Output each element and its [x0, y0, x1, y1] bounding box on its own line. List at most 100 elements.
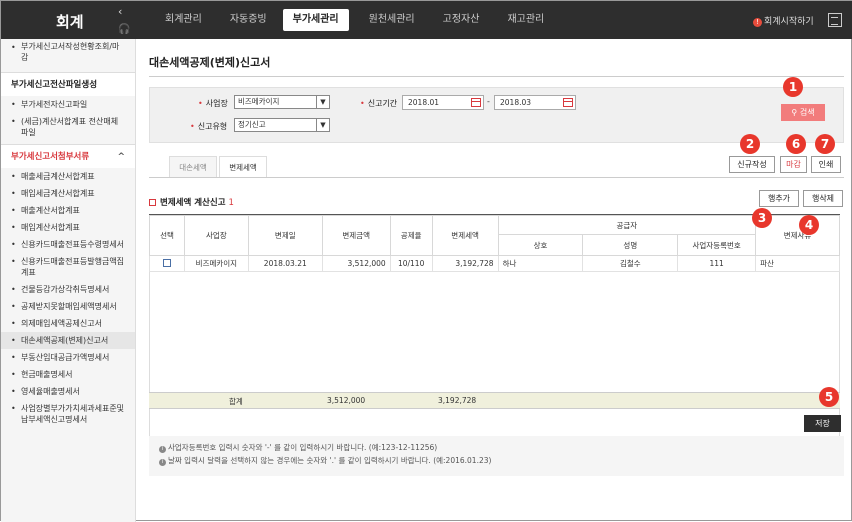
sidebar-item-purchase-tax-invoice[interactable]: 매입세금계산서합계표: [1, 185, 135, 202]
tab-bad-debt-tax[interactable]: 대손세액: [169, 156, 217, 177]
period-from-value: 2018.01: [408, 98, 440, 107]
sidebar-group-efile[interactable]: 부가세신고전산파일생성: [1, 72, 135, 96]
sum-label: 합계: [229, 397, 243, 406]
section-marker-icon: [149, 199, 156, 206]
sidebar-group-attachments[interactable]: 부가세신고서첨부서류 ^: [1, 144, 135, 168]
title-divider: [149, 76, 844, 77]
chevron-down-icon: ▼: [316, 96, 329, 108]
info-icon: i: [159, 446, 166, 453]
period-separator: -: [487, 97, 490, 106]
search-panel: 사업장 비즈메카이지 ▼ 신고기간 2018.01 - 2018.03 신고유형…: [149, 87, 844, 143]
sidebar-item-card-issued[interactable]: 신용카드매출전표등발행금액집계표: [1, 253, 135, 281]
sidebar-item-rental[interactable]: 부동산임대공급가액명세서: [1, 349, 135, 366]
start-accounting-label: 회계시작하기: [764, 17, 814, 27]
note-item: i 날짜 입력시 달력을 선택하지 않는 경우에는 숫자와 '.' 를 같이 입력…: [159, 454, 834, 467]
sidebar-item-media-file[interactable]: (세금)계산서합계표 전산매체파일: [1, 113, 135, 144]
section-title: 변제세액 계산신고 1: [149, 196, 234, 208]
note-text: 날짜 입력시 달력을 선택하지 않는 경우에는 숫자와 '.' 를 같이 입력하…: [168, 456, 492, 465]
business-label: 사업장: [198, 98, 228, 109]
sidebar-group-attachments-label: 부가세신고서첨부서류: [11, 152, 90, 162]
add-row-button[interactable]: 행추가: [759, 190, 799, 207]
notes-panel: i 사업자등록번호 입력시 숫자와 '-' 를 같이 입력하시기 바랍니다. (예…: [149, 436, 844, 476]
period-to-input[interactable]: 2018.03: [494, 95, 576, 110]
nav-item-withholding[interactable]: 원천세관리: [355, 1, 429, 39]
search-button[interactable]: ⚲ 검색: [781, 104, 825, 121]
sidebar-item-zero-rate[interactable]: 영세율매출명세서: [1, 383, 135, 400]
header-regno: 사업자등록번호: [677, 234, 757, 256]
cell-rate[interactable]: 10/110: [389, 255, 433, 272]
report-type-select[interactable]: 정기신고 ▼: [234, 118, 330, 132]
header-select: 선택: [149, 215, 185, 256]
business-select[interactable]: 비즈메카이지 ▼: [234, 95, 330, 109]
sidebar-item-nondeductible[interactable]: 공제받지못할매입세액명세서: [1, 298, 135, 315]
table-row[interactable]: 비즈메카이지 2018.03.21 3,512,000 10/110 3,192…: [149, 255, 840, 272]
close-button[interactable]: 마감: [780, 156, 807, 173]
header-amount: 변제금액: [321, 215, 391, 256]
note-text: 사업자등록번호 입력시 숫자와 '-' 를 같이 입력하시기 바랍니다. (예:…: [168, 443, 438, 452]
app-brand[interactable]: 회계: [56, 11, 84, 32]
print-button[interactable]: 인쇄: [811, 156, 841, 173]
calendar-icon[interactable]: [471, 98, 481, 107]
cell-tax[interactable]: 3,192,728: [431, 255, 499, 272]
sidebar-item-bad-debt[interactable]: 대손세액공제(변제)신고서: [1, 332, 135, 349]
sidebar-item-depreciation[interactable]: 건물등감가상각취득명세서: [1, 281, 135, 298]
cell-date[interactable]: 2018.03.21: [247, 255, 323, 272]
cell-business[interactable]: 비즈메카이지: [183, 255, 249, 272]
sidebar-item-cash-sales[interactable]: 현금매출명세서: [1, 366, 135, 383]
period-from-input[interactable]: 2018.01: [402, 95, 484, 110]
sidebar-item-status[interactable]: 부가세신고서작성현황조회/마감: [1, 39, 135, 66]
tabs-divider: [149, 177, 844, 178]
calculator-icon[interactable]: [828, 13, 842, 27]
sidebar-item-deemed-input[interactable]: 의제매입세액공제신고서: [1, 315, 135, 332]
info-icon: i: [159, 459, 166, 466]
cell-reason[interactable]: 파산: [755, 255, 840, 272]
collapse-sidebar-button[interactable]: ‹: [118, 5, 122, 18]
row-checkbox[interactable]: [162, 258, 171, 267]
business-select-value: 비즈메카이지: [238, 97, 280, 106]
headset-icon[interactable]: 🎧: [118, 24, 132, 36]
start-accounting-link[interactable]: ! 회계시작하기: [753, 14, 814, 27]
chevron-down-icon: ▼: [316, 119, 329, 131]
top-bar: 회계 ‹ 🎧 회계관리 자동증빙 부가세관리 원천세관리 고정자산 재고관리 !…: [1, 1, 852, 39]
header-supplier: 공급자: [497, 215, 757, 235]
section-title-label: 변제세액 계산신고: [160, 198, 226, 208]
callout-marker: 2: [740, 134, 760, 154]
nav-item-vat[interactable]: 부가세관리: [282, 9, 349, 31]
header-tax: 변제세액: [431, 215, 499, 256]
page-title: 대손세액공제(변제)신고서: [149, 56, 271, 69]
note-item: i 사업자등록번호 입력시 숫자와 '-' 를 같이 입력하시기 바랍니다. (예…: [159, 441, 834, 454]
callout-marker: 4: [799, 215, 819, 235]
nav-item-accounting[interactable]: 회계관리: [151, 1, 216, 39]
new-button[interactable]: 신규작성: [729, 156, 775, 173]
report-type-value: 정기신고: [238, 120, 266, 129]
report-type-label: 신고유형: [190, 121, 227, 132]
callout-marker: 7: [815, 134, 835, 154]
nav-item-fixed-assets[interactable]: 고정자산: [429, 1, 494, 39]
nav-item-inventory[interactable]: 재고관리: [493, 1, 558, 39]
calendar-icon[interactable]: [563, 98, 573, 107]
delete-row-button[interactable]: 행삭제: [803, 190, 843, 207]
sidebar-item-sales-tax-invoice[interactable]: 매출세금계산서합계표: [1, 168, 135, 185]
cell-name[interactable]: 하나: [497, 255, 584, 272]
callout-marker: 5: [819, 387, 839, 407]
sum-tax: 3,192,728: [438, 396, 477, 405]
main-content: 대손세액공제(변제)신고서 사업장 비즈메카이지 ▼ 신고기간 2018.01 …: [137, 39, 852, 522]
header-name: 상호: [497, 234, 584, 256]
nav-item-auto-evidence[interactable]: 자동증빙: [216, 1, 281, 39]
sidebar-item-card-received[interactable]: 신용카드매출전표등수령명세서: [1, 236, 135, 253]
cell-rep[interactable]: 김철수: [582, 255, 679, 272]
cell-regno[interactable]: 111: [677, 255, 757, 272]
row-select-cell: [149, 255, 185, 272]
sidebar-item-purchase-invoice[interactable]: 매입계산서합계표: [1, 219, 135, 236]
sidebar-item-efile[interactable]: 부가세전자신고파일: [1, 96, 135, 113]
header-date: 변제일: [247, 215, 323, 256]
sidebar-item-by-business[interactable]: 사업장별부가가치세과세표준및납부세액신고명세서: [1, 400, 135, 428]
cell-amount[interactable]: 3,512,000: [321, 255, 391, 272]
tab-repayment-tax[interactable]: 변제세액: [219, 156, 267, 178]
save-button[interactable]: 저장: [804, 415, 841, 432]
sidebar-item-sales-invoice[interactable]: 매출계산서합계표: [1, 202, 135, 219]
search-button-label: 검색: [799, 108, 815, 117]
header-business: 사업장: [183, 215, 249, 256]
sum-amount: 3,512,000: [327, 396, 366, 405]
period-label: 신고기간: [360, 98, 397, 109]
